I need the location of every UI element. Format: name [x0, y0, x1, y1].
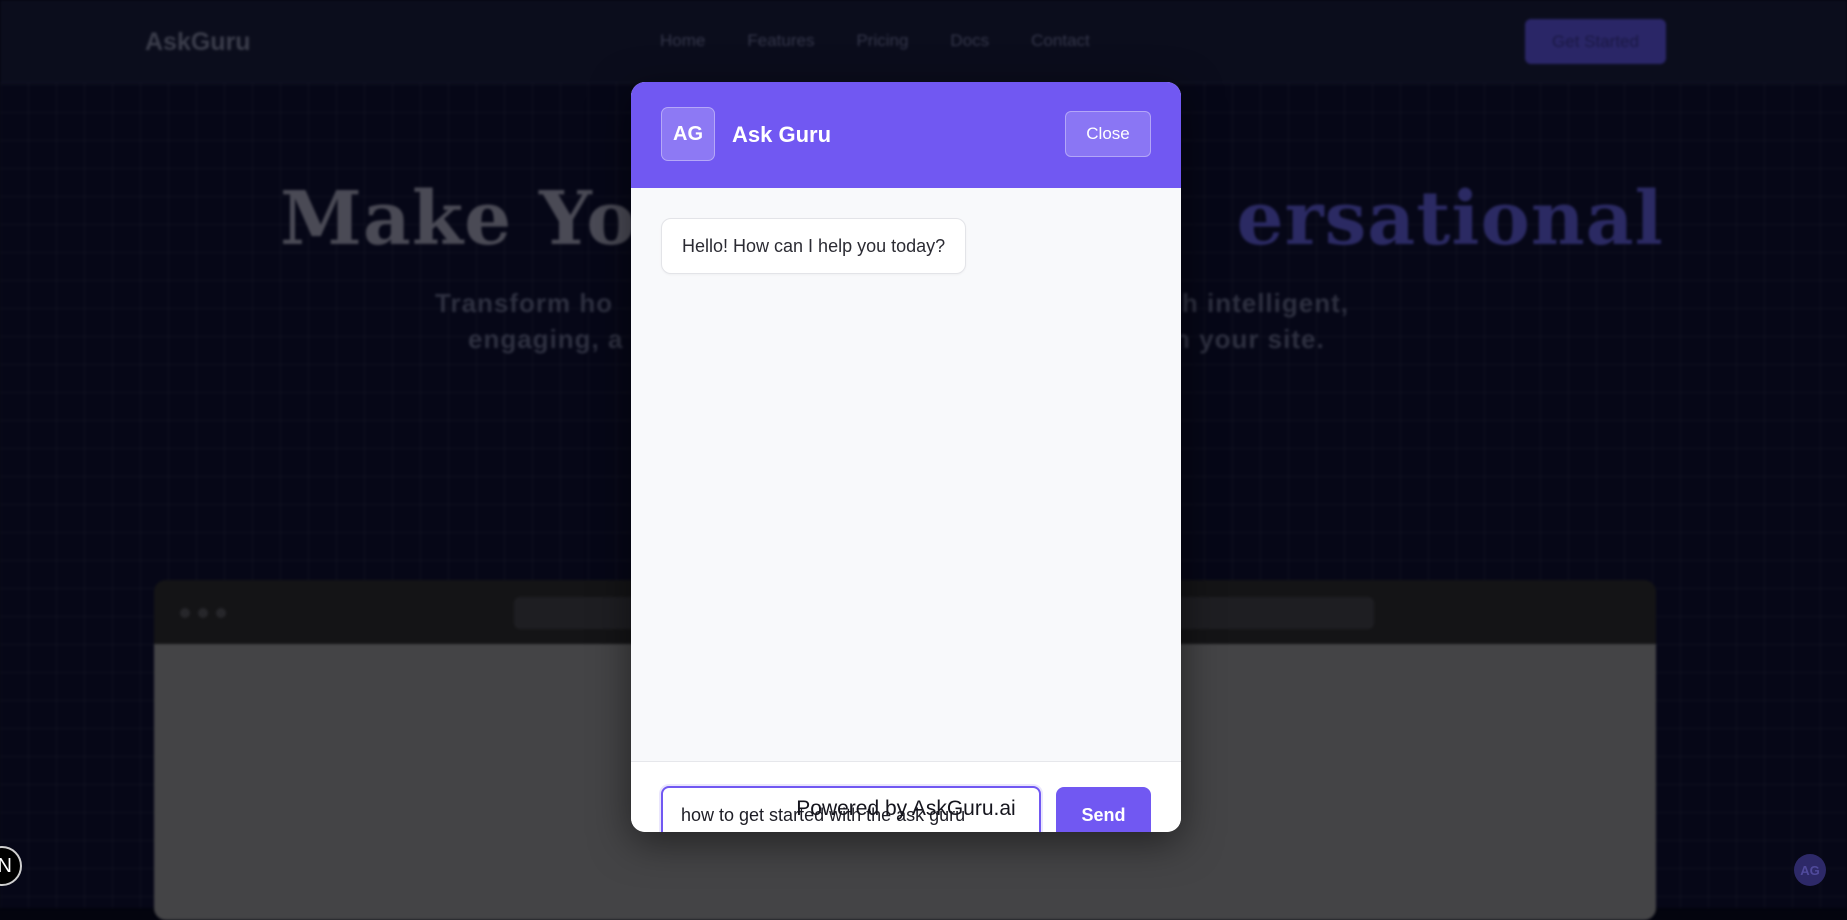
nav-link-contact[interactable]: Contact [1031, 31, 1090, 51]
message-list: Hello! How can I help you today? [631, 188, 1181, 762]
hero-sub-line1-left: Transform ho [435, 288, 614, 318]
powered-by-footer: Powered by AskGuru.ai [796, 797, 1016, 820]
hero-title-left: Make You [280, 176, 692, 262]
chat-title: Ask Guru [732, 122, 832, 147]
bot-message: Hello! How can I help you today? [661, 218, 967, 274]
avatar: AG [661, 107, 715, 161]
nav-link-features[interactable]: Features [747, 31, 814, 51]
brand-logo: AskGuru [145, 28, 251, 56]
nav-link-docs[interactable]: Docs [950, 31, 989, 51]
hero-sub-line2-right: n your site. [1174, 324, 1325, 354]
window-dot-icon [198, 608, 208, 618]
nav-link-pricing[interactable]: Pricing [856, 31, 908, 51]
hero-sub-line1-right: gh intelligent, [1165, 288, 1349, 318]
chat-modal: AG Ask Guru Close Hello! How can I help … [631, 82, 1181, 832]
chat-launcher-badge[interactable]: AG [1794, 854, 1826, 886]
nav-link-home[interactable]: Home [660, 31, 705, 51]
window-dot-icon [216, 608, 226, 618]
window-dot-icon [180, 608, 190, 618]
chat-header: AG Ask Guru Close [631, 82, 1181, 188]
top-navbar: AskGuru Home Features Pricing Docs Conta… [0, 0, 1847, 83]
close-button[interactable]: Close [1065, 111, 1151, 157]
get-started-button[interactable]: Get Started [1525, 19, 1666, 64]
nav-links: Home Features Pricing Docs Contact [660, 31, 1090, 51]
hero-title-right: ersational [1236, 176, 1664, 262]
hero-sub-line2-left: engaging, a [468, 324, 624, 354]
